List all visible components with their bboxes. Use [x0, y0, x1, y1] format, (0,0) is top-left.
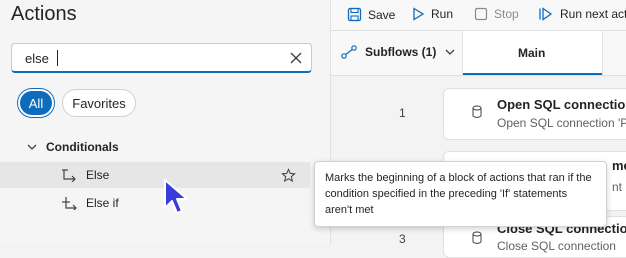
else-icon — [62, 169, 76, 182]
actions-search-input[interactable]: else — [11, 43, 312, 73]
chevron-down-icon — [27, 144, 37, 150]
save-label: Save — [368, 7, 396, 22]
actions-title: Actions — [11, 3, 77, 25]
save-button[interactable]: Save — [347, 7, 395, 22]
else-if-icon — [62, 197, 77, 210]
tab-main-label: Main — [518, 46, 546, 60]
database-icon — [472, 231, 482, 244]
action-item-label: Else if — [86, 196, 119, 210]
tabs-bar: Subflows (1) Main — [331, 31, 626, 76]
save-icon — [347, 7, 362, 22]
run-next-icon — [539, 7, 553, 21]
star-icon[interactable] — [281, 167, 296, 183]
group-label: Conditionals — [46, 140, 119, 154]
action-item-else-if[interactable]: Else if — [0, 190, 310, 216]
database-icon — [472, 105, 482, 118]
run-next-label: Run next act — [560, 7, 626, 21]
tab-divider — [602, 31, 603, 75]
action-item-label: Else — [86, 168, 110, 182]
action-subtitle: Open SQL connection 'P — [497, 116, 626, 130]
subflows-dropdown[interactable]: Subflows (1) — [341, 45, 464, 59]
filter-favorites-button[interactable]: Favorites — [62, 89, 136, 117]
tab-main[interactable]: Main — [463, 31, 603, 75]
play-icon — [413, 7, 425, 21]
action-tooltip: Marks the beginning of a block of action… — [314, 161, 607, 227]
subflow-icon — [341, 45, 357, 59]
mouse-cursor-icon — [164, 179, 188, 214]
active-tab-indicator — [463, 73, 603, 75]
action-subtitle: nt 's — [612, 180, 626, 194]
run-next-action-button[interactable]: Run next act — [538, 7, 626, 21]
line-number: 3 — [399, 232, 406, 246]
action-card[interactable]: Open SQL connection Open SQL connection … — [443, 88, 626, 140]
run-label: Run — [431, 7, 454, 21]
clear-icon[interactable] — [289, 51, 303, 65]
stop-button[interactable]: Stop — [474, 7, 519, 21]
filter-all-button[interactable]: All — [18, 89, 54, 117]
action-title: Open SQL connection — [497, 97, 626, 112]
group-conditionals[interactable]: Conditionals — [26, 140, 119, 154]
action-item-else[interactable]: Else — [0, 162, 310, 188]
stop-label: Stop — [494, 7, 519, 21]
subflows-label: Subflows (1) — [365, 45, 437, 59]
text-caret — [57, 50, 58, 66]
action-title: me — [612, 158, 626, 173]
designer-toolbar: Save Run Stop Run next act — [331, 0, 626, 31]
action-subtitle: Close SQL connection — [497, 239, 616, 253]
stop-icon — [474, 7, 488, 21]
search-value: else — [25, 51, 49, 66]
run-button[interactable]: Run — [411, 7, 453, 21]
line-number: 1 — [399, 106, 406, 120]
chevron-down-icon — [445, 49, 455, 55]
